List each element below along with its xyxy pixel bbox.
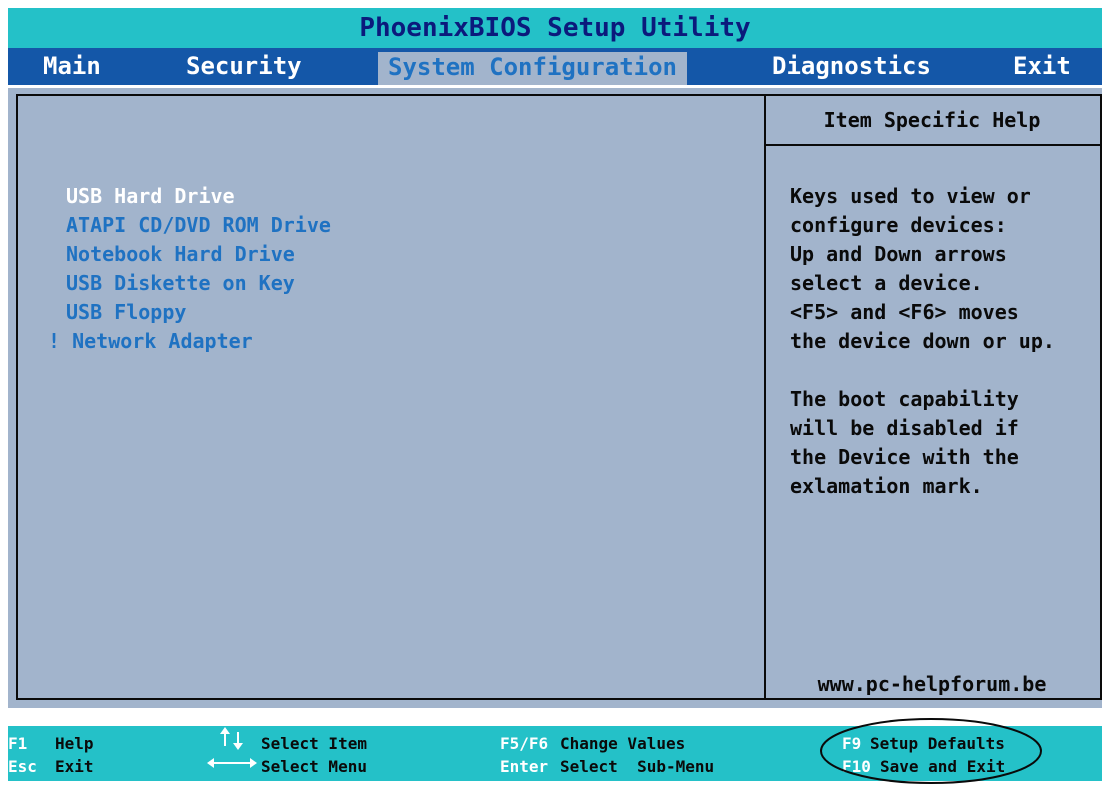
- tab-exit[interactable]: Exit: [1013, 48, 1071, 85]
- f1-key: F1: [8, 734, 28, 753]
- highlight-circle-annotation: [820, 718, 1042, 784]
- change-values-label: Change Values: [560, 734, 686, 753]
- esc-exit-label: Exit: [55, 757, 94, 776]
- select-menu-label: Select Menu: [261, 757, 367, 776]
- left-right-arrows-icon: [207, 758, 257, 768]
- window-title: PhoenixBIOS Setup Utility: [8, 8, 1102, 48]
- boot-item-usb-hard-drive[interactable]: USB Hard Drive: [66, 184, 235, 208]
- enter-key: Enter: [500, 757, 549, 776]
- content-frame: USB Hard Drive ATAPI CD/DVD ROM Drive No…: [8, 88, 1102, 708]
- esc-key: Esc: [8, 757, 37, 776]
- f1-help-label: Help: [55, 734, 94, 753]
- tab-diagnostics[interactable]: Diagnostics: [772, 48, 931, 85]
- select-item-label: Select Item: [261, 734, 367, 753]
- tab-security[interactable]: Security: [186, 48, 302, 85]
- boot-item-network-adapter[interactable]: ! Network Adapter: [48, 329, 253, 353]
- boot-item-usb-diskette-on-key[interactable]: USB Diskette on Key: [66, 271, 295, 295]
- boot-item-usb-floppy[interactable]: USB Floppy: [66, 300, 186, 324]
- help-text: Keys used to view or configure devices: …: [790, 184, 1055, 498]
- boot-item-notebook-hard-drive[interactable]: Notebook Hard Drive: [66, 242, 295, 266]
- tab-main[interactable]: Main: [43, 48, 101, 85]
- f5-f6-key: F5/F6: [500, 734, 549, 753]
- help-header: Item Specific Help: [764, 96, 1100, 146]
- help-panel: Item Specific Help Keys used to view or …: [764, 94, 1102, 700]
- website-watermark: www.pc-helpforum.be: [817, 672, 1047, 696]
- menu-bar: Main Security System Configuration Diagn…: [8, 48, 1102, 85]
- up-down-arrows-icon: [220, 727, 243, 750]
- select-sub-menu-label: Select Sub-Menu: [560, 757, 715, 776]
- boot-order-panel: USB Hard Drive ATAPI CD/DVD ROM Drive No…: [16, 94, 766, 700]
- tab-system-configuration[interactable]: System Configuration: [378, 52, 687, 85]
- boot-item-atapi-cd-dvd[interactable]: ATAPI CD/DVD ROM Drive: [66, 213, 331, 237]
